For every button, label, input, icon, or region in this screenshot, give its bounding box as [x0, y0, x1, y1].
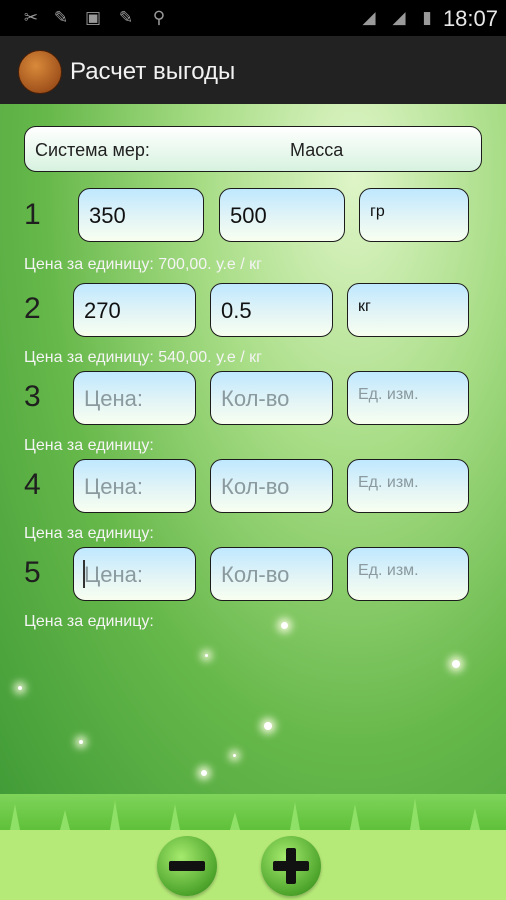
row-number: 2 [24, 292, 41, 325]
unit-value: кг [358, 298, 371, 315]
quantity-input[interactable]: Кол-во [210, 459, 333, 513]
unit-placeholder: Ед. изм. [358, 386, 419, 403]
bottom-bar [0, 830, 506, 900]
quantity-input[interactable]: 500 [219, 188, 345, 242]
remove-row-button[interactable] [157, 836, 217, 896]
add-row-button[interactable] [261, 836, 321, 896]
unit-placeholder: Ед. изм. [358, 474, 419, 491]
unit-spinner[interactable]: Ед. изм. [347, 547, 469, 601]
signal-icon: ◢ [392, 8, 406, 27]
unit-spinner[interactable]: гр [359, 188, 469, 242]
clean-icon: ✎ [118, 8, 134, 27]
quantity-value: 0.5 [221, 298, 252, 323]
sparkle [281, 622, 288, 629]
screenshot-icon: ✂ [23, 8, 39, 27]
unit-price-text: Цена за единицу: [24, 437, 154, 454]
quantity-input[interactable]: Кол-во [210, 547, 333, 601]
row-number: 5 [24, 556, 41, 589]
price-placeholder: Цена: [84, 386, 144, 411]
row-number: 1 [24, 198, 41, 231]
measure-system-spinner[interactable]: Система мер: Масса [24, 126, 482, 172]
usb-icon: ⚲ [152, 8, 166, 27]
price-input[interactable]: Цена: [73, 459, 196, 513]
sparkle [18, 686, 22, 690]
unit-spinner[interactable]: кг [347, 283, 469, 337]
row-number: 3 [24, 380, 41, 413]
quantity-placeholder: Кол-во [221, 562, 290, 587]
quantity-input[interactable]: 0.5 [210, 283, 333, 337]
unit-value: гр [370, 203, 385, 220]
unit-price-text: Цена за единицу: 700,00. у.е / кг [24, 256, 262, 273]
sparkle [201, 770, 207, 776]
minus-icon [169, 861, 205, 871]
unit-placeholder: Ед. изм. [358, 562, 419, 579]
unit-price-text: Цена за единицу: [24, 613, 154, 630]
sparkle [79, 740, 83, 744]
quantity-input[interactable]: Кол-во [210, 371, 333, 425]
clean-icon: ✎ [53, 8, 69, 27]
sparkle [233, 754, 236, 757]
measure-system-value: Масса [290, 140, 344, 160]
battery-icon: ▮ [422, 8, 432, 27]
unit-spinner[interactable]: Ед. изм. [347, 371, 469, 425]
status-bar: ✂ ✎ ▣ ✎ ⚲ ◢ ◢ ▮ 18:07 [0, 0, 506, 36]
price-input[interactable]: 350 [78, 188, 204, 242]
status-time: 18:07 [442, 6, 498, 31]
sparkle [264, 722, 272, 730]
row-number: 4 [24, 468, 41, 501]
unit-spinner[interactable]: Ед. изм. [347, 459, 469, 513]
sparkle [205, 654, 208, 657]
quantity-placeholder: Кол-во [221, 474, 290, 499]
price-value: 350 [89, 203, 126, 228]
price-placeholder: Цена: [84, 474, 144, 499]
unit-price-text: Цена за единицу: [24, 525, 154, 542]
measure-system-label: Система мер: [35, 140, 150, 160]
quantity-placeholder: Кол-во [221, 386, 290, 411]
price-input[interactable]: 270 [73, 283, 196, 337]
signal-icon: ◢ [362, 8, 376, 27]
price-value: 270 [84, 298, 121, 323]
price-placeholder: Цена: [84, 562, 144, 587]
app-icon [18, 50, 62, 94]
price-input[interactable]: Цена: [73, 371, 196, 425]
page-title: Расчет выгоды [70, 58, 236, 85]
price-input[interactable]: Цена: [73, 547, 196, 601]
quantity-value: 500 [230, 203, 267, 228]
action-bar: Расчет выгоды [0, 36, 506, 106]
sparkle [452, 660, 460, 668]
image-icon: ▣ [84, 8, 102, 27]
grass-decoration [0, 794, 506, 830]
unit-price-text: Цена за единицу: 540,00. у.е / кг [24, 349, 262, 366]
